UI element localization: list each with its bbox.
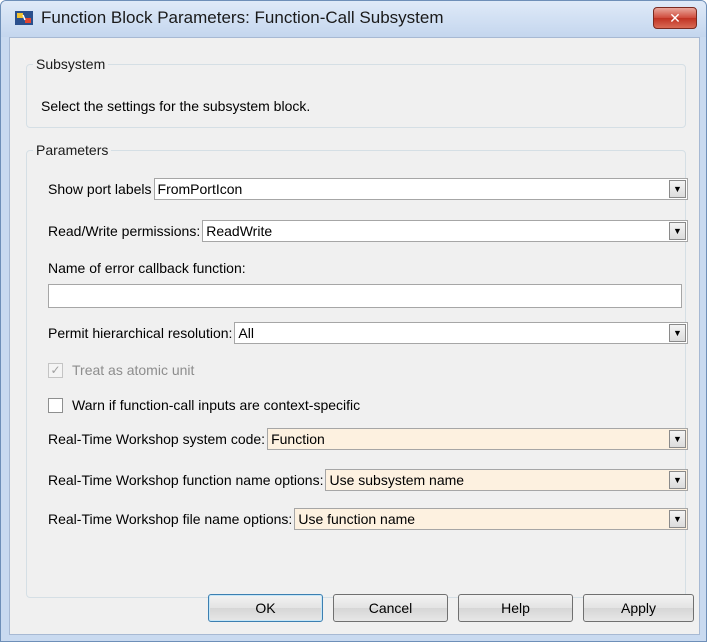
rtw-function-name-select[interactable]: Use subsystem name ▼ <box>325 469 688 491</box>
chevron-down-icon[interactable]: ▼ <box>669 180 686 198</box>
show-port-labels-value: FromPortIcon <box>157 181 243 197</box>
dialog-window: Function Block Parameters: Function-Call… <box>0 0 707 642</box>
warn-context-checkbox-row[interactable]: Warn if function-call inputs are context… <box>48 395 360 415</box>
treat-atomic-label: Treat as atomic unit <box>72 362 195 378</box>
rtw-file-name-row: Real-Time Workshop file name options: Us… <box>48 508 688 530</box>
read-write-permissions-row: Read/Write permissions: ReadWrite ▼ <box>48 220 688 242</box>
hierarchical-resolution-row: Permit hierarchical resolution: All ▼ <box>48 322 688 344</box>
close-icon: ✕ <box>669 10 681 26</box>
title-bar[interactable]: Function Block Parameters: Function-Call… <box>1 1 706 37</box>
rtw-system-code-select[interactable]: Function ▼ <box>267 428 688 450</box>
show-port-labels-row: Show port labels FromPortIcon ▼ <box>48 178 688 200</box>
subsystem-description: Select the settings for the subsystem bl… <box>41 98 311 114</box>
rtw-file-name-value: Use function name <box>298 511 416 527</box>
help-button[interactable]: Help <box>458 594 573 622</box>
hierarchical-resolution-label: Permit hierarchical resolution: <box>48 325 233 341</box>
treat-atomic-checkbox: ✓ <box>48 362 63 378</box>
apply-button[interactable]: Apply <box>583 594 694 622</box>
hierarchical-resolution-value: All <box>238 325 254 341</box>
read-write-permissions-label: Read/Write permissions: <box>48 223 201 239</box>
chevron-down-icon[interactable]: ▼ <box>669 510 686 528</box>
chevron-down-icon[interactable]: ▼ <box>669 430 686 448</box>
subsystem-legend: Subsystem <box>36 56 106 72</box>
cancel-button[interactable]: Cancel <box>333 594 448 622</box>
ok-button[interactable]: OK <box>208 594 323 622</box>
hierarchical-resolution-select[interactable]: All ▼ <box>234 322 688 344</box>
checkmark-icon: ✓ <box>50 363 61 377</box>
simulink-block-icon <box>15 11 33 25</box>
chevron-down-icon[interactable]: ▼ <box>669 471 686 489</box>
error-callback-label: Name of error callback function: <box>48 260 246 276</box>
warn-context-checkbox[interactable] <box>48 397 63 413</box>
rtw-system-code-row: Real-Time Workshop system code: Function… <box>48 428 688 450</box>
rtw-system-code-label: Real-Time Workshop system code: <box>48 431 266 447</box>
read-write-permissions-value: ReadWrite <box>206 223 273 239</box>
window-title: Function Block Parameters: Function-Call… <box>41 8 444 27</box>
rtw-file-name-label: Real-Time Workshop file name options: <box>48 511 293 527</box>
rtw-system-code-value: Function <box>271 431 325 447</box>
chevron-down-icon[interactable]: ▼ <box>669 324 686 342</box>
rtw-function-name-label: Real-Time Workshop function name options… <box>48 472 324 488</box>
rtw-function-name-value: Use subsystem name <box>329 472 465 488</box>
error-callback-input[interactable] <box>48 284 682 308</box>
treat-atomic-checkbox-row: ✓ Treat as atomic unit <box>48 360 194 380</box>
rtw-function-name-row: Real-Time Workshop function name options… <box>48 469 688 491</box>
show-port-labels-label: Show port labels <box>48 181 152 197</box>
parameters-legend: Parameters <box>36 142 109 158</box>
read-write-permissions-select[interactable]: ReadWrite ▼ <box>202 220 688 242</box>
subsystem-group: Subsystem Select the settings for the su… <box>26 56 686 128</box>
show-port-labels-select[interactable]: FromPortIcon ▼ <box>153 178 688 200</box>
dialog-body: Subsystem Select the settings for the su… <box>9 37 700 635</box>
warn-context-label: Warn if function-call inputs are context… <box>72 397 361 413</box>
rtw-file-name-select[interactable]: Use function name ▼ <box>294 508 688 530</box>
chevron-down-icon[interactable]: ▼ <box>669 222 686 240</box>
close-button[interactable]: ✕ <box>653 7 697 29</box>
